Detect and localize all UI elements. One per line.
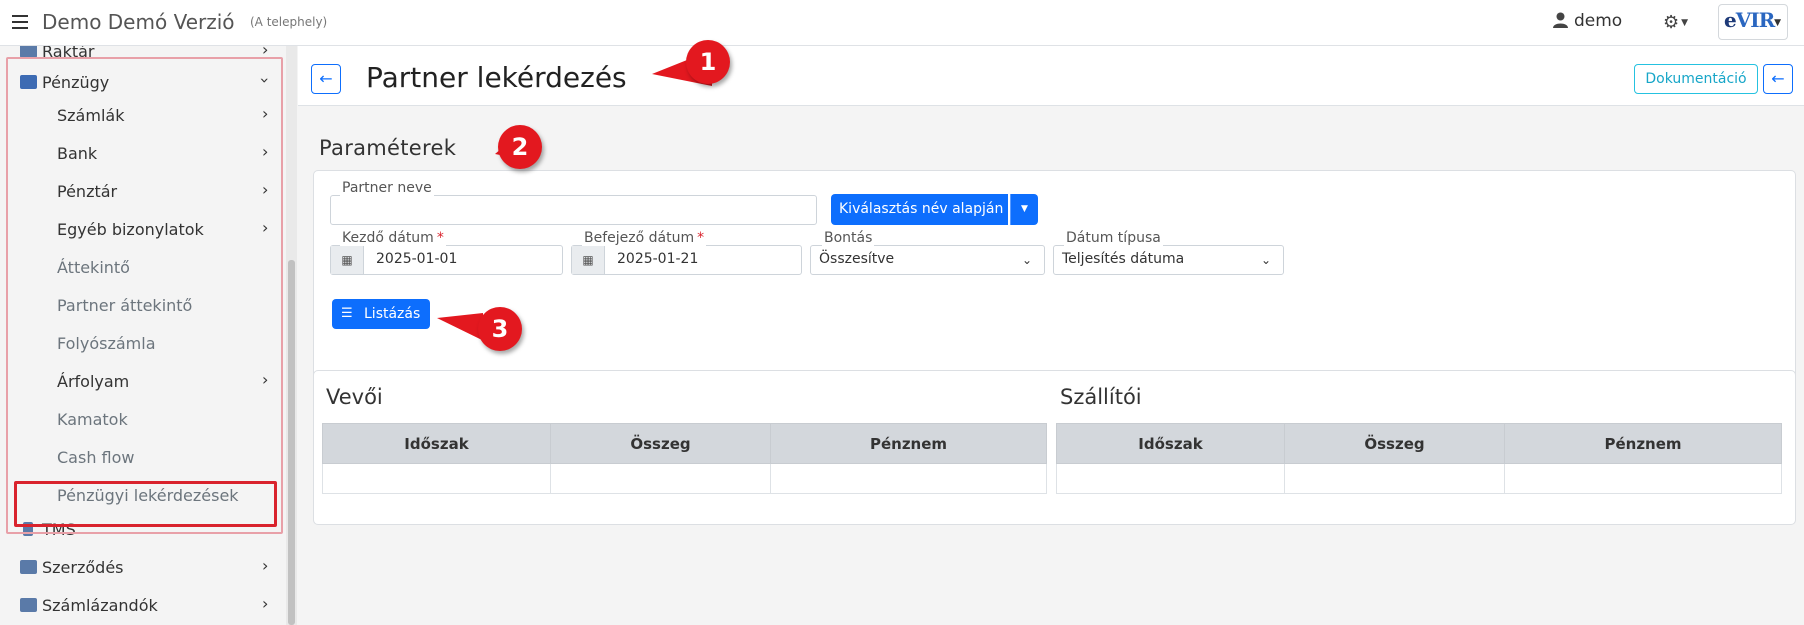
callout-arrow-3 (437, 313, 484, 341)
callout-1: 1 (686, 40, 730, 84)
callout-3: 3 (478, 307, 522, 351)
annotation-arrows (437, 50, 712, 341)
callout-2: 2 (498, 125, 542, 169)
